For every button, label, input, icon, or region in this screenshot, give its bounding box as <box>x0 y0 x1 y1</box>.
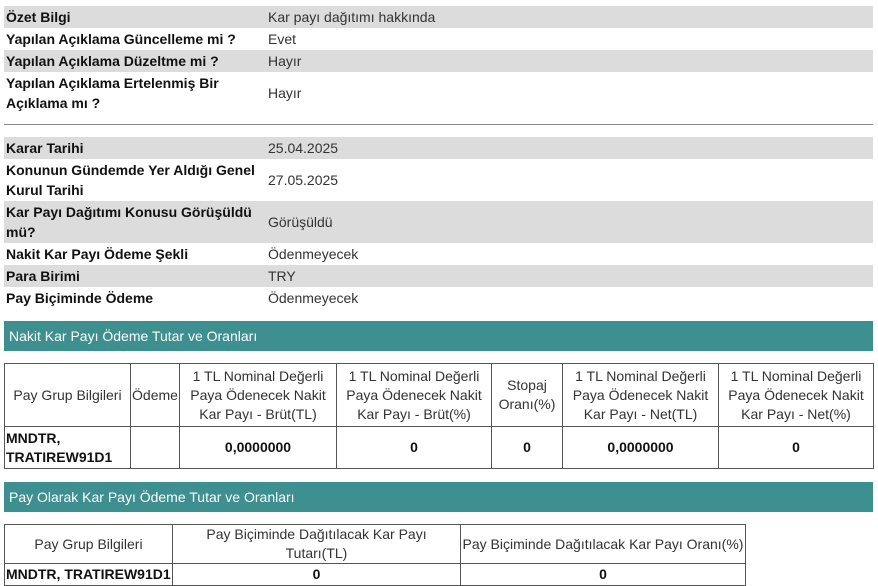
table-cell: 0 <box>336 426 492 469</box>
details-row: Para Birimi TRY <box>4 265 873 287</box>
details-label: Para Birimi <box>4 265 262 287</box>
summary-label: Yapılan Açıklama Ertelenmiş Bir Açıklama… <box>6 75 219 111</box>
table-cell: 0 <box>172 563 461 586</box>
column-header: Pay Grup Bilgileri <box>4 524 173 564</box>
summary-value: Hayır <box>268 85 302 101</box>
details-label: Karar Tarihi <box>4 137 262 159</box>
summary-label: Yapılan Açıklama Düzeltme mi ? <box>4 50 262 72</box>
share-section-title: Pay Olarak Kar Payı Ödeme Tutar ve Oranl… <box>9 489 295 505</box>
details-row: Pay Biçiminde Ödeme Ödenmeyecek <box>4 287 873 309</box>
details-row: Kar Payı Dağıtımı Konusu Görüşüldü mü? G… <box>4 201 873 243</box>
details-row: Konunun Gündemde Yer Aldığı Genel Kurul … <box>4 159 873 201</box>
table-cell: 0 <box>460 563 746 586</box>
table-cell: 0 <box>491 426 563 469</box>
table-row: MNDTR, TRATIREW91D1 0,0000000 0 0 0,0000… <box>4 426 874 469</box>
summary-label: Özet Bilgi <box>4 6 262 28</box>
details-value: Ödenmeyecek <box>268 290 359 306</box>
table-cell <box>130 426 180 469</box>
details-value: 27.05.2025 <box>268 172 339 188</box>
cash-dividend-table: Pay Grup Bilgileri Ödeme 1 TL Nominal De… <box>4 363 874 469</box>
column-header: Pay Grup Bilgileri <box>4 363 131 427</box>
details-label: Nakit Kar Payı Ödeme Şekli <box>6 246 189 262</box>
details-value: TRY <box>262 265 873 287</box>
details-label: Kar Payı Dağıtımı Konusu Görüşüldü mü? <box>4 201 262 243</box>
details-row: Karar Tarihi 25.04.2025 <box>4 137 873 159</box>
column-header: Pay Biçiminde Dağıtılacak Kar Payı Tutar… <box>172 524 461 564</box>
column-header: 1 TL Nominal Değerli Paya Ödenecek Nakit… <box>562 363 719 427</box>
table-cell: 0,0000000 <box>562 426 719 469</box>
summary-row: Özet Bilgi Kar payı dağıtımı hakkında <box>4 6 873 28</box>
cash-section-title: Nakit Kar Payı Ödeme Tutar ve Oranları <box>9 328 258 344</box>
table-row: MNDTR, TRATIREW91D1 0 0 <box>4 563 746 586</box>
summary-value: Hayır <box>262 50 873 72</box>
column-header: 1 TL Nominal Değerli Paya Ödenecek Nakit… <box>718 363 874 427</box>
summary-row: Yapılan Açıklama Güncelleme mi ? Evet <box>4 28 873 50</box>
details-row: Nakit Kar Payı Ödeme Şekli Ödenmeyecek <box>4 243 873 265</box>
details-label: Pay Biçiminde Ödeme <box>6 290 154 306</box>
table-cell: 0 <box>718 426 874 469</box>
column-header: 1 TL Nominal Değerli Paya Ödenecek Nakit… <box>179 363 337 427</box>
column-header: Ödeme <box>130 363 180 427</box>
section-divider <box>4 124 873 125</box>
table-cell: 0,0000000 <box>179 426 337 469</box>
details-label: Konunun Gündemde Yer Aldığı Genel Kurul … <box>6 162 255 198</box>
table-cell: MNDTR, TRATIREW91D1 <box>4 426 131 469</box>
cash-section-header: Nakit Kar Payı Ödeme Tutar ve Oranları <box>4 321 873 351</box>
table-cell: MNDTR, TRATIREW91D1 <box>4 563 173 586</box>
column-header: Stopaj Oranı(%) <box>491 363 563 427</box>
details-table: Karar Tarihi 25.04.2025 Konunun Gündemde… <box>4 137 873 309</box>
summary-value: Kar payı dağıtımı hakkında <box>262 6 873 28</box>
summary-value: Evet <box>268 31 297 47</box>
share-section-header: Pay Olarak Kar Payı Ödeme Tutar ve Oranl… <box>4 482 873 512</box>
summary-row: Yapılan Açıklama Düzeltme mi ? Hayır <box>4 50 873 72</box>
column-header: Pay Biçiminde Dağıtılacak Kar Payı Oranı… <box>460 524 746 564</box>
summary-row: Yapılan Açıklama Ertelenmiş Bir Açıklama… <box>4 72 873 114</box>
summary-table: Özet Bilgi Kar payı dağıtımı hakkında Ya… <box>4 6 873 114</box>
table-header-row: Pay Grup Bilgileri Pay Biçiminde Dağıtıl… <box>4 524 746 564</box>
column-header: 1 TL Nominal Değerli Paya Ödenecek Nakit… <box>336 363 492 427</box>
summary-label: Yapılan Açıklama Güncelleme mi ? <box>6 31 236 47</box>
table-header-row: Pay Grup Bilgileri Ödeme 1 TL Nominal De… <box>4 363 874 427</box>
details-value: Ödenmeyecek <box>268 246 359 262</box>
share-dividend-table: Pay Grup Bilgileri Pay Biçiminde Dağıtıl… <box>4 524 746 586</box>
details-value: Görüşüldü <box>262 201 873 243</box>
details-value: 25.04.2025 <box>262 137 873 159</box>
